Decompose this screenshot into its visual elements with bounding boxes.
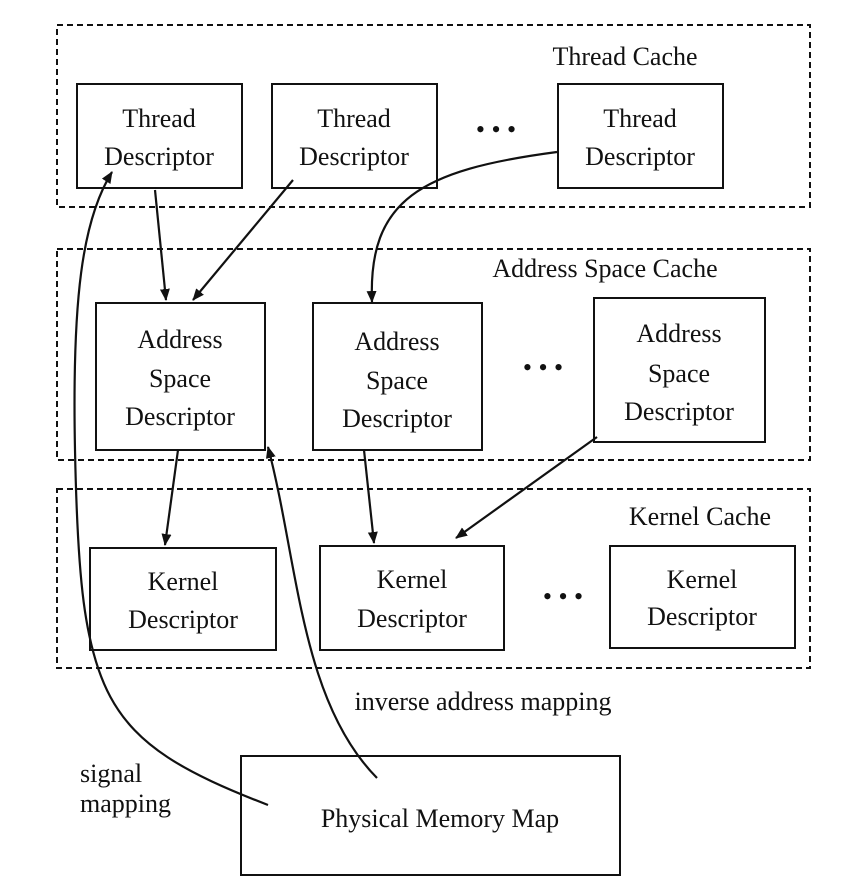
arrow-as3-to-kernel2	[455, 436, 598, 539]
svg-text:Space: Space	[149, 364, 211, 393]
kernel-ellipsis: • • •	[543, 582, 583, 611]
svg-text:Descriptor: Descriptor	[342, 404, 452, 433]
physical-memory-map: Physical Memory Map	[240, 755, 621, 876]
svg-text:Address: Address	[354, 327, 439, 356]
kernel-cache-label: Kernel Cache	[629, 502, 771, 531]
svg-text:Descriptor: Descriptor	[647, 602, 757, 631]
svg-text:Address: Address	[636, 319, 721, 348]
svg-text:Kernel: Kernel	[148, 567, 219, 596]
address-space-ellipsis: • • •	[523, 353, 563, 382]
kernel-descriptor-3: Kernel Descriptor	[609, 545, 796, 649]
memory-diagram: Thread Cache Thread Descriptor Thread De…	[56, 24, 811, 876]
svg-text:Descriptor: Descriptor	[128, 605, 238, 634]
svg-text:Descriptor: Descriptor	[299, 142, 409, 171]
svg-text:Thread: Thread	[122, 104, 196, 133]
signal-mapping-label-2: mapping	[80, 789, 171, 818]
svg-text:Thread: Thread	[317, 104, 391, 133]
arrow-thread2-to-as1	[192, 179, 294, 301]
svg-text:Descriptor: Descriptor	[125, 402, 235, 431]
svg-text:Descriptor: Descriptor	[624, 397, 734, 426]
svg-text:Physical Memory Map: Physical Memory Map	[321, 804, 559, 833]
svg-text:Kernel: Kernel	[377, 565, 448, 594]
arrow-as1-to-kernel1	[161, 449, 180, 546]
svg-text:Address: Address	[137, 325, 222, 354]
kernel-descriptor-1: Kernel Descriptor	[89, 547, 277, 651]
address-space-cache-label: Address Space Cache	[492, 254, 717, 283]
svg-text:Descriptor: Descriptor	[357, 604, 467, 633]
svg-text:Space: Space	[648, 359, 710, 388]
svg-text:Descriptor: Descriptor	[104, 142, 214, 171]
svg-text:Thread: Thread	[603, 104, 677, 133]
address-space-descriptor-3: Address Space Descriptor	[593, 297, 766, 443]
address-space-descriptor-2: Address Space Descriptor	[312, 302, 483, 451]
thread-descriptor-2: Thread Descriptor	[271, 83, 438, 189]
signal-mapping-label-1: signal	[80, 759, 142, 788]
thread-cache-label: Thread Cache	[552, 42, 697, 71]
thread-descriptor-1: Thread Descriptor	[76, 83, 243, 189]
address-space-descriptor-1: Address Space Descriptor	[95, 302, 266, 451]
inverse-mapping-label: inverse address mapping	[354, 687, 611, 716]
svg-text:Descriptor: Descriptor	[585, 142, 695, 171]
thread-descriptor-3: Thread Descriptor	[557, 83, 724, 189]
thread-ellipsis: • • •	[476, 115, 516, 144]
arrow-as2-to-kernel2	[362, 449, 378, 544]
svg-text:Space: Space	[366, 366, 428, 395]
kernel-descriptor-2: Kernel Descriptor	[319, 545, 505, 651]
svg-text:Kernel: Kernel	[667, 565, 738, 594]
